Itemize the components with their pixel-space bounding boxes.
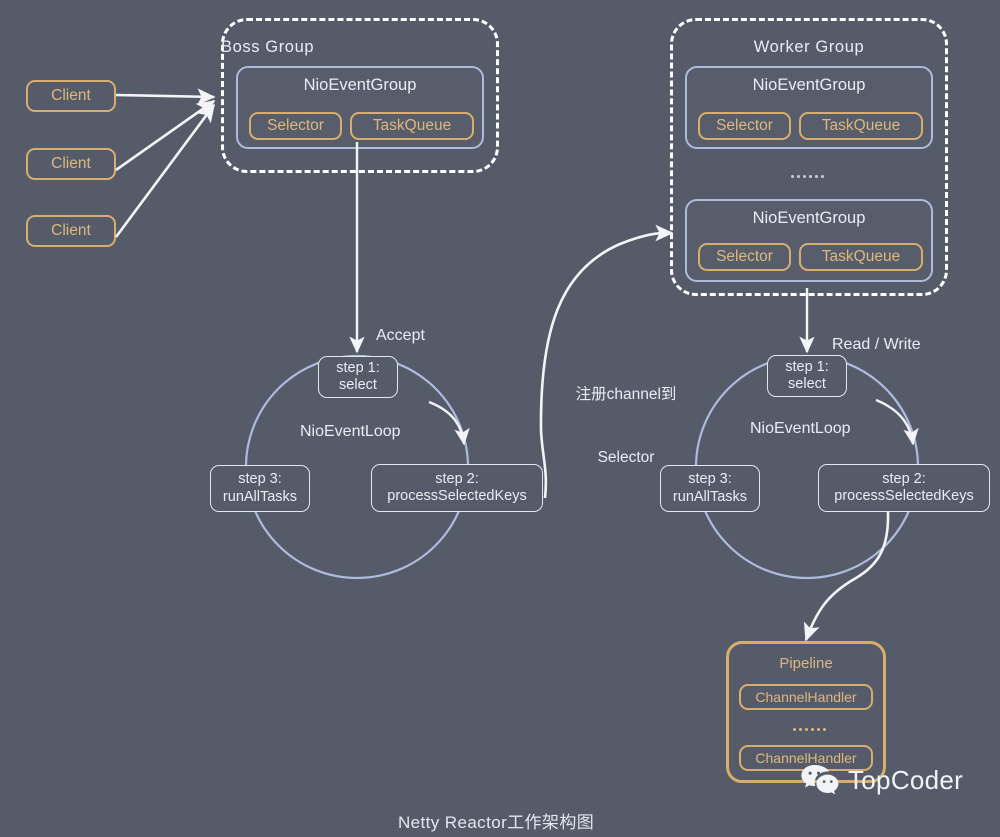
boss-step-1-line2: select [339,377,377,393]
worker-step-1-line2: select [788,376,826,392]
boss-loop-name: NioEventLoop [300,423,401,440]
boss-step-2-line2: processSelectedKeys [387,488,527,504]
brand-name: TopCoder [848,764,964,795]
worker-step-1-line1: step 1: [785,358,829,375]
brand-watermark: TopCoder [800,763,963,797]
worker-nio-event-group-1-title: NioEventGroup [752,76,866,94]
worker-step-2-box[interactable]: step 2: processSelectedKeys [818,464,990,512]
worker-taskqueue-box-2[interactable]: TaskQueue [799,243,923,271]
boss-taskqueue-label: TaskQueue [372,116,452,134]
boss-step-2-box[interactable]: step 2: processSelectedKeys [371,464,543,512]
worker-step-2-line2: processSelectedKeys [834,488,974,504]
boss-selector-label: Selector [267,116,324,134]
boss-step-1-line1: step 1: [336,359,380,376]
worker-step1-to-step2-arrow [875,398,919,446]
worker-selector-label: Selector [716,247,773,265]
worker-nio-event-group-2-title: NioEventGroup [752,209,866,227]
client-label: Client [51,154,91,172]
channel-handler-box-1[interactable]: ChannelHandler [739,684,873,710]
pipeline-ellipsis-dots [793,728,826,731]
boss-step-3-box[interactable]: step 3: runAllTasks [210,465,310,512]
boss-step-2-line1: step 2: [435,470,479,487]
wechat-icon [800,763,840,797]
boss-step-3-line2: runAllTasks [222,488,298,505]
worker-taskqueue-label: TaskQueue [821,247,901,265]
client-to-boss-arrows [114,88,216,238]
diagram-caption: Netty Reactor工作架构图 [398,813,595,832]
client-label: Client [51,221,91,239]
worker-taskqueue-label: TaskQueue [821,116,901,134]
worker-group-ellipsis-dots [791,175,824,178]
boss-taskqueue-box[interactable]: TaskQueue [350,112,474,140]
pipeline-title: Pipeline [779,655,833,672]
worker-step-3-line1: step 3: [688,471,732,488]
boss-group-title: Boss Group [221,38,315,56]
worker-loop-name: NioEventLoop [750,420,851,437]
channel-handler-label: ChannelHandler [755,688,857,705]
worker-step-3-line2: runAllTasks [672,488,748,505]
register-channel-line1: 注册channel到 [575,385,677,403]
read-write-label: Read / Write [832,336,921,353]
worker-selector-box-1[interactable]: Selector [698,112,791,140]
client-box-1[interactable]: Client [26,80,116,112]
client-box-2[interactable]: Client [26,148,116,180]
boss-nio-event-group-title: NioEventGroup [303,76,417,94]
client-label: Client [51,86,91,104]
client-box-3[interactable]: Client [26,215,116,247]
worker-group-title: Worker Group [753,38,865,56]
worker-step-1-box[interactable]: step 1: select [767,355,847,397]
boss-step-3-line1: step 3: [238,471,282,488]
accept-label: Accept [376,327,425,344]
netty-reactor-diagram: Client Client Client Boss Group NioEvent… [0,0,1000,837]
boss-step-1-box[interactable]: step 1: select [318,356,398,398]
boss-step1-to-step2-arrow [428,400,470,446]
worker-step-3-box[interactable]: step 3: runAllTasks [660,465,760,512]
pipeline-arrow [803,511,890,642]
worker-selector-label: Selector [716,116,773,134]
boss-selector-box[interactable]: Selector [249,112,342,140]
worker-step-2-line1: step 2: [882,470,926,487]
worker-taskqueue-box-1[interactable]: TaskQueue [799,112,923,140]
worker-selector-box-2[interactable]: Selector [698,243,791,271]
